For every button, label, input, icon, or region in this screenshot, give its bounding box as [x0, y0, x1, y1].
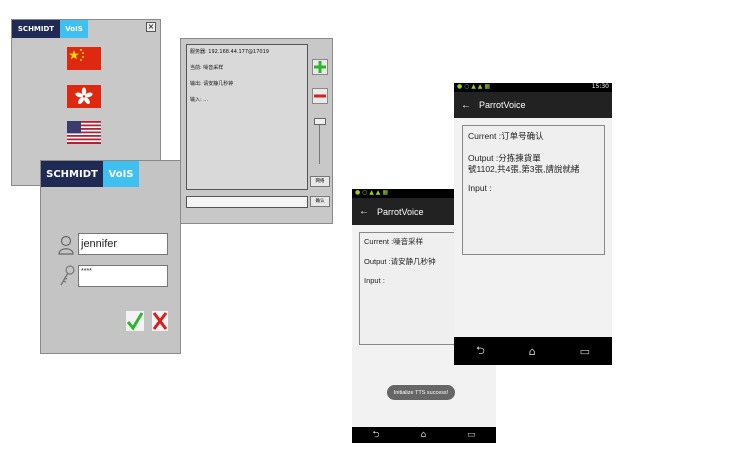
nav-recent-icon[interactable]: ▭: [467, 430, 476, 440]
status-time: 15:30: [591, 83, 609, 90]
usa-flag-button[interactable]: [67, 121, 101, 144]
confirm-button[interactable]: 确认: [310, 196, 330, 207]
user-icon: [58, 235, 74, 255]
back-arrow-icon[interactable]: ←: [461, 100, 471, 111]
voice-session-window: 服务器: 192.168.44.177@17019 当前: 噪音采样 输出: 请…: [180, 38, 333, 224]
input-text: Input :: [468, 183, 492, 193]
nav-recent-icon[interactable]: ▭: [580, 345, 590, 358]
server-line: 服务器: 192.168.44.177@17019: [190, 49, 269, 55]
brand-schmidt: SCHMIDT: [12, 20, 60, 38]
volume-down-button[interactable]: [312, 88, 328, 104]
back-arrow-icon[interactable]: ←: [359, 206, 369, 217]
nav-back-icon[interactable]: ⮌: [476, 342, 485, 361]
volume-up-button[interactable]: [312, 59, 328, 75]
china-flag-button[interactable]: [67, 47, 101, 70]
nav-bar: ⮌ ⌂ ▭: [352, 427, 496, 443]
password-field[interactable]: ·····: [616, 119, 690, 131]
plus-icon: [314, 61, 326, 73]
brand-header: SCHMIDT VoIS: [41, 161, 139, 187]
app-title: ParrotVoice: [479, 100, 526, 110]
session-card: Current :订单号确认 Output :分拣揀貨單 號1102,共4張,第…: [462, 125, 605, 255]
username-field[interactable]: jennifer: [78, 233, 168, 255]
minus-icon: [314, 94, 326, 98]
login-window: SCHMIDT VoIS jennifer ****: [40, 160, 181, 354]
overflow-menu-icon[interactable]: ⋮: [706, 46, 714, 55]
phone-order-screen: ● ○ ▲ ▲ ▦ 15:30 ← ParrotVoice Current :订…: [454, 83, 612, 365]
output-line: 输出: 请安静几秒钟: [190, 81, 234, 87]
brand-vois: VoIS: [60, 20, 88, 38]
status-time: 15:28: [698, 31, 716, 38]
hongkong-flag-icon: [75, 87, 93, 105]
status-bar: ● ○ ▲ ▲ ▦ 15:28: [589, 31, 719, 39]
login-button[interactable]: LOGIN: [616, 149, 646, 163]
nav-back-icon[interactable]: ⮌: [372, 427, 379, 443]
cancel-x-icon[interactable]: [152, 311, 168, 331]
password-field[interactable]: ****: [78, 265, 168, 287]
nav-recent-icon[interactable]: ▭: [692, 253, 701, 263]
brand-schmidt: SCHMIDT: [41, 161, 103, 187]
output-text: Output :分拣揀貨單: [468, 153, 541, 163]
brand-vois: VoIS: [103, 161, 139, 187]
nav-bar: ⮌ ⌂ ▭: [454, 337, 612, 365]
close-button[interactable]: ×: [146, 22, 156, 32]
nav-home-icon[interactable]: ⌂: [529, 345, 536, 358]
output-text-cont: 號1102,共4張,第3張,請說就緒: [468, 164, 580, 174]
username-field[interactable]: jennifer: [616, 91, 690, 103]
input-line: 输入: ...: [190, 97, 209, 103]
app-bar: ← ParrotVoice: [454, 92, 612, 118]
app-bar: ParrotVoice ⋮: [589, 39, 719, 61]
volume-slider-thumb[interactable]: [314, 118, 326, 125]
brand-header: SCHMIDT VoIS: [12, 20, 88, 38]
network-button[interactable]: 网络: [310, 176, 330, 187]
confirm-check-icon[interactable]: [126, 311, 144, 331]
toast-message: Initialize TTS success!: [387, 385, 455, 400]
current-line: 当前: 噪音采样: [190, 65, 224, 71]
command-input[interactable]: [186, 196, 308, 208]
app-title: ParrotVoice: [594, 45, 633, 55]
app-title: ParrotVoice: [377, 206, 424, 217]
current-text: Current :订单号确认: [468, 131, 544, 141]
reset-button[interactable]: RESET: [660, 149, 690, 163]
nav-home-icon[interactable]: ⌂: [420, 430, 426, 440]
notification-icons: ● ○ ▲ ▲ ▦: [592, 31, 625, 38]
notification-icons: ● ○ ▲ ▲ ▦: [457, 83, 490, 90]
status-bar: ● ○ ▲ ▲ ▦ 15:30: [454, 83, 612, 92]
session-log: 服务器: 192.168.44.177@17019 当前: 噪音采样 输出: 请…: [186, 44, 308, 190]
usa-flag-icon: [67, 121, 101, 144]
china-flag-icon: [69, 49, 84, 61]
hongkong-flag-button[interactable]: [67, 85, 101, 108]
key-icon: [60, 265, 75, 286]
notification-icons: ● ○ ▲ ▲ ▦: [355, 189, 388, 196]
nav-home-icon[interactable]: ⌂: [650, 253, 656, 263]
